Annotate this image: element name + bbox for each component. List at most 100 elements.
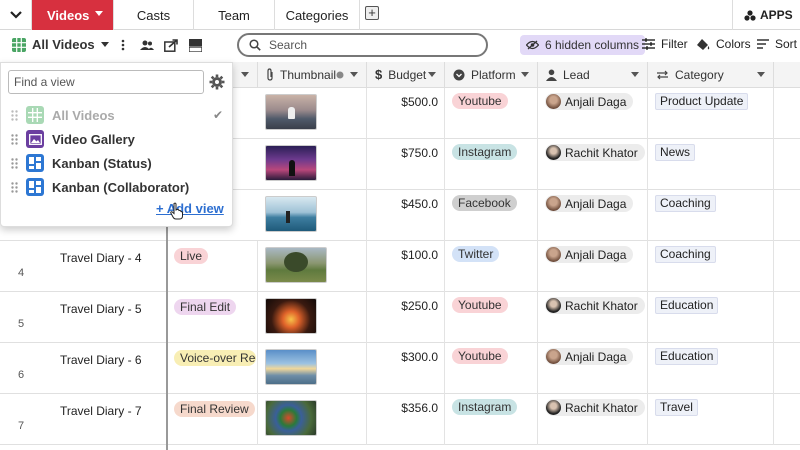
hand-cursor-icon (170, 202, 183, 220)
lead-cell[interactable]: Rachit Khator (538, 394, 648, 445)
column-dropdown-icon[interactable] (428, 72, 436, 77)
video-thumbnail[interactable] (265, 298, 317, 334)
video-thumbnail[interactable] (265, 145, 317, 181)
column-dropdown-icon[interactable] (521, 72, 529, 77)
drag-handle-icon[interactable] (11, 133, 18, 145)
category-cell[interactable]: Coaching (648, 241, 774, 292)
view-item-all-videos[interactable]: All Videos ✔ (11, 105, 227, 125)
budget-cell[interactable]: $100.0 (367, 241, 445, 292)
view-item-video-gallery[interactable]: Video Gallery (11, 129, 227, 149)
status-cell[interactable]: Live (168, 241, 258, 292)
apps-button[interactable]: APPS (744, 0, 793, 30)
title-cell[interactable]: Travel Diary - 7 (60, 404, 142, 418)
status-cell[interactable]: Final Review (168, 394, 258, 445)
tab-casts[interactable]: Casts (114, 0, 194, 30)
add-column-header[interactable] (774, 62, 800, 88)
row-height-icon[interactable] (188, 38, 202, 52)
thumbnail-cell[interactable] (258, 190, 367, 241)
tab-categories[interactable]: Categories (275, 0, 360, 30)
avatar (546, 400, 561, 415)
sort-button[interactable]: Sort (757, 37, 797, 51)
view-switcher[interactable]: All Videos (12, 37, 109, 52)
thumbnail-cell[interactable] (258, 139, 367, 190)
lead-cell[interactable]: Anjali Daga (538, 241, 648, 292)
budget-cell[interactable]: $356.0 (367, 394, 445, 445)
status-cell[interactable]: Voice-over Rec (168, 343, 258, 394)
tab-videos[interactable]: Videos (32, 0, 114, 30)
category-cell[interactable]: Coaching (648, 190, 774, 241)
status-cell[interactable]: Final Edit (168, 292, 258, 343)
title-cell[interactable]: Travel Diary - 5 (60, 302, 142, 316)
column-dropdown-icon[interactable] (241, 72, 249, 77)
category-cell[interactable]: Product Update (648, 88, 774, 139)
filter-button[interactable]: Filter (642, 37, 688, 51)
table-row[interactable]: 6 Travel Diary - 6 Voice-over Rec $300.0… (0, 343, 800, 394)
column-header-category[interactable]: Category (648, 62, 774, 88)
lead-cell[interactable]: Rachit Khator (538, 292, 648, 343)
tab-videos-dropdown-icon[interactable] (95, 11, 103, 16)
category-cell[interactable]: News (648, 139, 774, 190)
add-view-button[interactable]: + Add view (156, 201, 224, 216)
lead-cell[interactable]: Rachit Khator (538, 139, 648, 190)
budget-cell[interactable]: $750.0 (367, 139, 445, 190)
view-item-kanban-collaborator[interactable]: Kanban (Collaborator) (11, 177, 227, 197)
view-item-kanban-status[interactable]: Kanban (Status) (11, 153, 227, 173)
video-thumbnail[interactable] (265, 247, 327, 283)
category-cell[interactable]: Travel (648, 394, 774, 445)
platform-cell[interactable]: Youtube (445, 292, 538, 343)
gear-icon[interactable] (209, 74, 225, 90)
video-thumbnail[interactable] (265, 349, 317, 385)
add-table-button[interactable]: + (365, 6, 379, 20)
budget-value: $100.0 (401, 248, 438, 262)
drag-handle-icon[interactable] (11, 157, 18, 169)
thumbnail-cell[interactable] (258, 88, 367, 139)
drag-handle-icon[interactable] (11, 181, 18, 193)
title-cell[interactable]: Travel Diary - 6 (60, 353, 142, 367)
platform-cell[interactable]: Facebook (445, 190, 538, 241)
search-input[interactable] (269, 38, 469, 52)
title-cell[interactable]: Travel Diary - 4 (60, 251, 142, 265)
thumbnail-cell[interactable] (258, 241, 367, 292)
collaborators-icon[interactable] (140, 38, 154, 52)
lead-cell[interactable]: Anjali Daga (538, 190, 648, 241)
platform-cell[interactable]: Twitter (445, 241, 538, 292)
find-view-input[interactable] (8, 70, 204, 94)
column-header-thumbnail[interactable]: Thumbnail (258, 62, 367, 88)
category-cell[interactable]: Education (648, 343, 774, 394)
lead-cell[interactable]: Anjali Daga (538, 88, 648, 139)
thumbnail-cell[interactable] (258, 394, 367, 445)
video-thumbnail[interactable] (265, 94, 317, 130)
platform-cell[interactable]: Instagram (445, 139, 538, 190)
platform-cell[interactable]: Youtube (445, 343, 538, 394)
colors-button[interactable]: Colors (697, 37, 751, 51)
table-row[interactable]: 7 Travel Diary - 7 Final Review $356.0 I… (0, 394, 800, 445)
video-thumbnail[interactable] (265, 196, 317, 232)
table-row[interactable]: 5 Travel Diary - 5 Final Edit $250.0 You… (0, 292, 800, 343)
column-header-platform[interactable]: Platform (445, 62, 538, 88)
column-dropdown-icon[interactable] (631, 72, 639, 77)
thumbnail-cell[interactable] (258, 343, 367, 394)
lead-cell[interactable]: Anjali Daga (538, 343, 648, 394)
column-dropdown-icon[interactable] (350, 72, 358, 77)
column-dropdown-icon[interactable] (757, 72, 765, 77)
tables-toggle-button[interactable] (0, 0, 32, 30)
share-icon[interactable] (164, 38, 178, 52)
thumbnail-cell[interactable] (258, 292, 367, 343)
platform-cell[interactable]: Instagram (445, 394, 538, 445)
column-header-lead[interactable]: Lead (538, 62, 648, 88)
budget-cell[interactable]: $300.0 (367, 343, 445, 394)
view-item-label: Kanban (Status) (52, 155, 152, 171)
video-thumbnail[interactable] (265, 400, 317, 436)
budget-cell[interactable]: $250.0 (367, 292, 445, 343)
budget-cell[interactable]: $450.0 (367, 190, 445, 241)
tab-team[interactable]: Team (194, 0, 275, 30)
platform-cell[interactable]: Youtube (445, 88, 538, 139)
drag-handle-icon[interactable] (11, 109, 18, 121)
more-options-icon[interactable] (116, 38, 130, 52)
search-box[interactable] (237, 33, 488, 57)
category-cell[interactable]: Education (648, 292, 774, 343)
budget-cell[interactable]: $500.0 (367, 88, 445, 139)
table-row[interactable]: 4 Travel Diary - 4 Live $100.0 Twitter A… (0, 241, 800, 292)
hidden-columns-button[interactable]: 6 hidden columns (520, 35, 646, 55)
column-header-budget[interactable]: $ Budget (367, 62, 445, 88)
